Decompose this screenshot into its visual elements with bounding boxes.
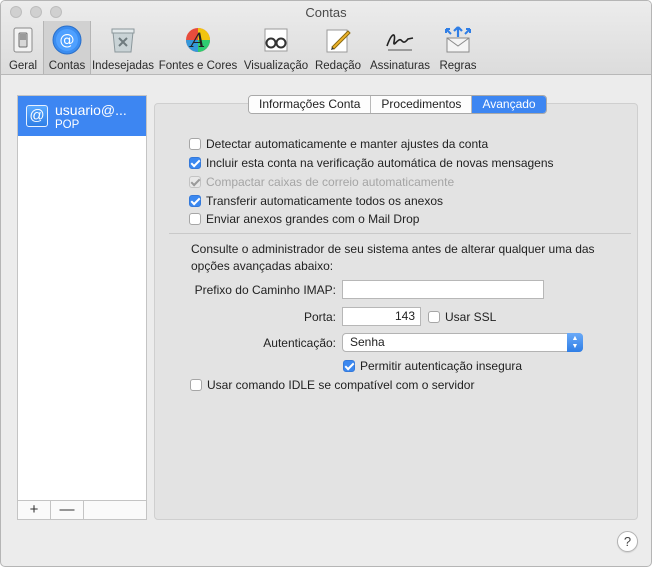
compact-label: Compactar caixas de correio automaticame… <box>206 175 455 189</box>
authentication-value: Senha <box>350 335 385 349</box>
general-switch-icon <box>13 27 33 53</box>
fonts-colors-icon: A <box>186 28 210 52</box>
auto-detect-checkbox[interactable] <box>189 138 201 150</box>
download-attachments-option[interactable]: Transferir automaticamente todos os anex… <box>189 194 443 208</box>
imap-prefix-input[interactable] <box>342 280 544 299</box>
idle-option[interactable]: Usar comando IDLE se compatível com o se… <box>190 378 474 392</box>
use-ssl-option[interactable]: Usar SSL <box>428 310 496 324</box>
signature-icon <box>386 34 414 51</box>
allow-insecure-label: Permitir autenticação insegura <box>360 359 523 373</box>
use-ssl-checkbox[interactable] <box>428 311 440 323</box>
glasses-icon <box>264 28 288 52</box>
junk-trash-icon <box>111 28 135 53</box>
compact-checkbox <box>189 176 201 188</box>
download-attachments-label: Transferir automaticamente todos os anex… <box>206 194 444 208</box>
mail-drop-checkbox[interactable] <box>189 213 201 225</box>
titlebar: Contas Geral @ Contas Indesejadas A Font… <box>1 1 651 75</box>
accounts-list-footer: + — <box>17 500 147 520</box>
toolbar: Geral @ Contas Indesejadas A Fontes e Co… <box>3 21 481 75</box>
toolbar-label: Geral <box>8 60 38 72</box>
remove-account-button[interactable]: — <box>51 501 84 519</box>
port-input[interactable]: 143 <box>342 307 421 326</box>
toolbar-item-indesejadas[interactable]: Indesejadas <box>91 21 155 74</box>
authentication-select[interactable]: Senha ▲ ▼ <box>342 333 583 352</box>
auto-detect-label: Detectar automaticamente e manter ajuste… <box>206 137 489 151</box>
idle-checkbox[interactable] <box>190 379 202 391</box>
imap-prefix-label: Prefixo do Caminho IMAP: <box>194 283 336 297</box>
toolbar-label: Indesejadas <box>91 60 155 72</box>
settings-tabs: Informações Conta Procedimentos Avançado <box>248 95 547 114</box>
window-title: Contas <box>305 5 347 20</box>
add-account-button[interactable]: + <box>18 501 51 519</box>
toolbar-item-redacao[interactable]: Redação <box>311 21 365 74</box>
authentication-label: Autenticação: <box>263 336 336 350</box>
toolbar-label: Regras <box>439 60 477 72</box>
tab-informacoes-conta[interactable]: Informações Conta <box>249 96 372 113</box>
chevron-updown-icon: ▲ ▼ <box>567 333 583 352</box>
toolbar-item-visualizacao[interactable]: Visualização <box>241 21 311 74</box>
svg-text:A: A <box>189 28 205 52</box>
tab-procedimentos[interactable]: Procedimentos <box>371 96 473 113</box>
idle-label: Usar comando IDLE se compatível com o se… <box>207 378 475 392</box>
port-label: Porta: <box>303 310 336 324</box>
at-sign-icon: @ <box>26 105 48 127</box>
help-button[interactable]: ? <box>617 531 638 552</box>
toolbar-label: Visualização <box>243 60 309 72</box>
allow-insecure-checkbox[interactable] <box>343 360 355 372</box>
include-check-label: Incluir esta conta na verificação automá… <box>206 156 554 170</box>
accounts-list: @ usuario@... POP <box>17 95 147 501</box>
svg-text:@: @ <box>60 31 75 49</box>
include-check-checkbox[interactable] <box>189 157 201 169</box>
rules-envelope-icon <box>445 26 471 53</box>
toolbar-label: Contas <box>48 60 86 72</box>
account-type: POP <box>55 119 80 131</box>
divider <box>169 233 631 234</box>
allow-insecure-option[interactable]: Permitir autenticação insegura <box>343 359 522 373</box>
mail-drop-option[interactable]: Enviar anexos grandes com o Mail Drop <box>189 212 419 226</box>
toolbar-label: Redação <box>314 60 362 72</box>
preferences-window: Contas Geral @ Contas Indesejadas A Font… <box>0 0 652 567</box>
account-row[interactable]: @ usuario@... POP <box>18 96 146 136</box>
use-ssl-label: Usar SSL <box>445 310 497 324</box>
toolbar-item-contas[interactable]: @ Contas <box>43 21 91 74</box>
include-check-option[interactable]: Incluir esta conta na verificação automá… <box>189 156 554 170</box>
toolbar-item-geral[interactable]: Geral <box>3 21 43 74</box>
download-attachments-checkbox[interactable] <box>189 195 201 207</box>
tab-avancado[interactable]: Avançado <box>472 96 546 113</box>
advanced-warning-text: Consulte o administrador de seu sistema … <box>191 242 595 273</box>
account-name: usuario@... <box>55 102 127 118</box>
at-sign-icon: @ <box>52 25 82 55</box>
toolbar-label: Fontes e Cores <box>158 60 238 72</box>
compose-pencil-icon <box>326 29 351 53</box>
toolbar-label: Assinaturas <box>369 60 431 72</box>
toolbar-item-fontes-cores[interactable]: A Fontes e Cores <box>155 21 241 74</box>
compact-option: Compactar caixas de correio automaticame… <box>189 175 454 189</box>
auto-detect-option[interactable]: Detectar automaticamente e manter ajuste… <box>189 137 488 151</box>
mail-drop-label: Enviar anexos grandes com o Mail Drop <box>206 212 420 226</box>
toolbar-item-assinaturas[interactable]: Assinaturas <box>365 21 435 74</box>
toolbar-item-regras[interactable]: Regras <box>435 21 481 74</box>
